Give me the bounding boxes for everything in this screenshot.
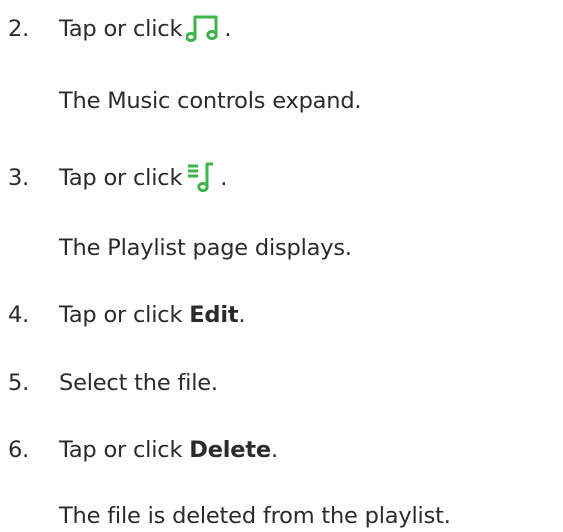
step-text: Select the file.: [59, 370, 218, 396]
step-suffix: .: [238, 302, 246, 328]
step-5: 5. Select the file.: [8, 372, 218, 395]
step-suffix: .: [220, 165, 228, 191]
step-number: 5.: [8, 370, 30, 396]
step-number: 4.: [8, 302, 30, 328]
delete-label: Delete: [189, 437, 271, 463]
step-number: 3.: [8, 165, 30, 191]
edit-label: Edit: [189, 302, 239, 328]
step-text: Tap or click: [59, 165, 183, 191]
step-2: 2. Tap or click .: [8, 13, 231, 43]
step-6-note: The file is deleted from the playlist.: [59, 503, 451, 529]
step-text: Tap or click: [59, 437, 183, 463]
step-text: Tap or click: [59, 16, 183, 42]
step-number: 2.: [8, 16, 30, 42]
step-3: 3. Tap or click .: [8, 162, 227, 192]
step-4: 4. Tap or click Edit.: [8, 302, 246, 328]
music-note-icon: [186, 13, 224, 43]
step-number: 6.: [8, 437, 30, 463]
step-text: Tap or click: [59, 302, 183, 328]
playlist-icon: [186, 162, 220, 192]
step-6: 6. Tap or click Delete.: [8, 439, 278, 462]
step-2-note: The Music controls expand.: [59, 88, 362, 114]
step-suffix: .: [224, 16, 232, 42]
step-suffix: .: [270, 437, 278, 463]
step-3-note: The Playlist page displays.: [59, 235, 352, 261]
